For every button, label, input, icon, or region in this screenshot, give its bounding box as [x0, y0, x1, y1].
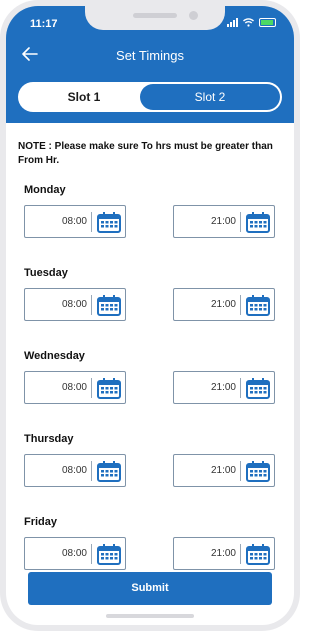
- calendar-icon[interactable]: [245, 459, 271, 483]
- page-title: Set Timings: [116, 48, 184, 63]
- calendar-icon[interactable]: [245, 210, 271, 234]
- calendar-icon[interactable]: [245, 376, 271, 400]
- wifi-icon: [243, 18, 254, 27]
- field-divider: [91, 212, 92, 232]
- calendar-icon[interactable]: [245, 542, 271, 566]
- to-time-value: 21:00: [210, 548, 236, 559]
- to-time-field[interactable]: 21:00: [173, 371, 275, 404]
- field-divider: [240, 461, 241, 481]
- from-time-field[interactable]: 08:00: [24, 205, 126, 238]
- status-icons: [227, 18, 276, 27]
- from-time-value: 08:00: [61, 548, 87, 559]
- to-time-value: 21:00: [210, 465, 236, 476]
- tab-slot-1[interactable]: Slot 1: [18, 82, 150, 112]
- calendar-icon[interactable]: [96, 210, 122, 234]
- day-label-thursday: Thursday: [24, 433, 74, 445]
- to-time-value: 21:00: [210, 299, 236, 310]
- signal-icon: [227, 18, 238, 27]
- calendar-icon[interactable]: [96, 376, 122, 400]
- device-notch: [85, 6, 225, 30]
- home-indicator: [106, 614, 194, 618]
- from-time-value: 08:00: [61, 216, 87, 227]
- day-label-wednesday: Wednesday: [24, 350, 85, 362]
- note-text: NOTE : Please make sure To hrs must be g…: [18, 141, 273, 166]
- from-time-field[interactable]: 08:00: [24, 454, 126, 487]
- from-time-field[interactable]: 08:00: [24, 537, 126, 570]
- to-time-field[interactable]: 21:00: [173, 205, 275, 238]
- calendar-icon[interactable]: [96, 459, 122, 483]
- from-time-value: 08:00: [61, 382, 87, 393]
- status-time: 11:17: [30, 18, 58, 30]
- app-screen: 11:17 Set Timings Slot 1 Slot 2 NOTE: P…: [6, 6, 294, 625]
- to-time-field[interactable]: 21:00: [173, 288, 275, 321]
- slot-tabs: Slot 1 Slot 2: [18, 82, 282, 112]
- calendar-icon[interactable]: [96, 293, 122, 317]
- field-divider: [240, 295, 241, 315]
- to-time-field[interactable]: 21:00: [173, 537, 275, 570]
- day-label-friday: Friday: [24, 516, 58, 528]
- to-time-field[interactable]: 21:00: [173, 454, 275, 487]
- to-time-value: 21:00: [210, 382, 236, 393]
- day-label-monday: Monday: [24, 184, 66, 196]
- day-label-tuesday: Tuesday: [24, 267, 68, 279]
- battery-icon: [259, 18, 276, 27]
- field-divider: [240, 544, 241, 564]
- field-divider: [240, 212, 241, 232]
- field-divider: [91, 544, 92, 564]
- from-time-value: 08:00: [61, 299, 87, 310]
- from-time-field[interactable]: 08:00: [24, 288, 126, 321]
- from-time-value: 08:00: [61, 465, 87, 476]
- field-divider: [91, 461, 92, 481]
- from-time-field[interactable]: 08:00: [24, 371, 126, 404]
- field-divider: [240, 378, 241, 398]
- field-divider: [91, 378, 92, 398]
- calendar-icon[interactable]: [96, 542, 122, 566]
- tab-slot-2[interactable]: Slot 2: [140, 84, 280, 110]
- to-time-value: 21:00: [210, 216, 236, 227]
- submit-button[interactable]: Submit: [28, 572, 272, 605]
- field-divider: [91, 295, 92, 315]
- calendar-icon[interactable]: [245, 293, 271, 317]
